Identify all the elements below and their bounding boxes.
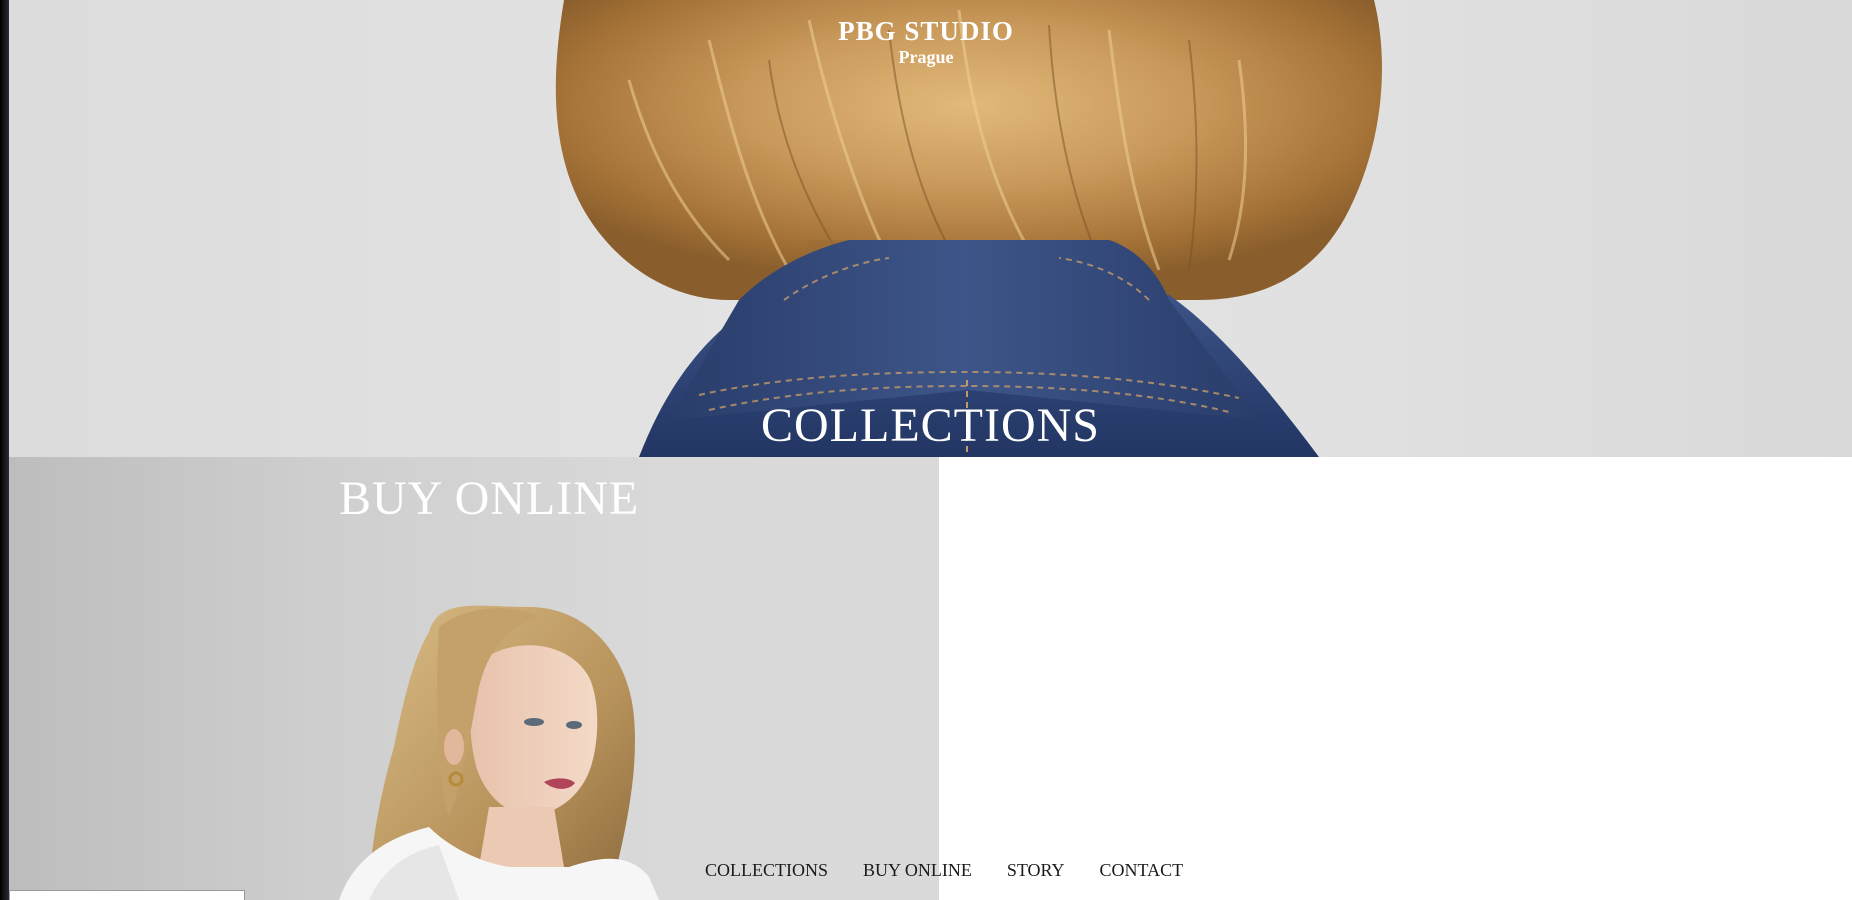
hero-photo: [555, 0, 1382, 457]
brand-name: PBG STUDIO: [838, 16, 1014, 46]
collections-hero[interactable]: COLLECTIONS: [9, 0, 1852, 457]
main-navigation: COLLECTIONS BUY ONLINE STORY CONTACT: [705, 860, 1183, 881]
nav-contact[interactable]: CONTACT: [1100, 860, 1184, 881]
buy-online-panel[interactable]: BUY ONLINE: [9, 457, 939, 900]
window-left-edge: [0, 0, 9, 900]
brand-logo[interactable]: PBG STUDIO Prague: [0, 14, 1852, 66]
cookie-banner-edge[interactable]: [9, 890, 245, 900]
collections-title: COLLECTIONS: [761, 399, 1100, 452]
buy-online-title: BUY ONLINE: [339, 472, 640, 525]
empty-panel: [939, 457, 1852, 900]
brand-city: Prague: [898, 47, 954, 67]
nav-buy-online[interactable]: BUY ONLINE: [863, 860, 972, 881]
nav-collections[interactable]: COLLECTIONS: [705, 860, 828, 881]
nav-story[interactable]: STORY: [1007, 860, 1065, 881]
